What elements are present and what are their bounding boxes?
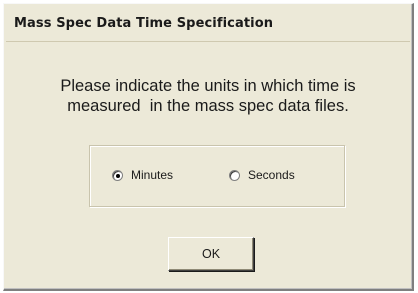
dialog-window: Mass Spec Data Time Specification Please… — [3, 3, 414, 291]
radio-minutes[interactable]: Minutes — [112, 168, 173, 182]
radio-seconds[interactable]: Seconds — [229, 168, 295, 182]
radio-minutes-label[interactable]: Minutes — [131, 168, 173, 182]
instruction-line-2: measured in the mass spec data files. — [67, 97, 349, 115]
title-bar[interactable]: Mass Spec Data Time Specification — [6, 6, 410, 42]
dialog-title: Mass Spec Data Time Specification — [14, 16, 274, 31]
radio-seconds-indicator[interactable] — [229, 169, 240, 181]
instruction-line-1: Please indicate the units in which time … — [60, 77, 356, 95]
time-units-group: Minutes Seconds — [89, 145, 345, 207]
radio-minutes-indicator[interactable] — [112, 169, 123, 181]
instruction-message: Please indicate the units in which time … — [14, 76, 402, 116]
ok-button[interactable]: OK — [168, 237, 254, 271]
radio-seconds-label[interactable]: Seconds — [248, 168, 295, 182]
